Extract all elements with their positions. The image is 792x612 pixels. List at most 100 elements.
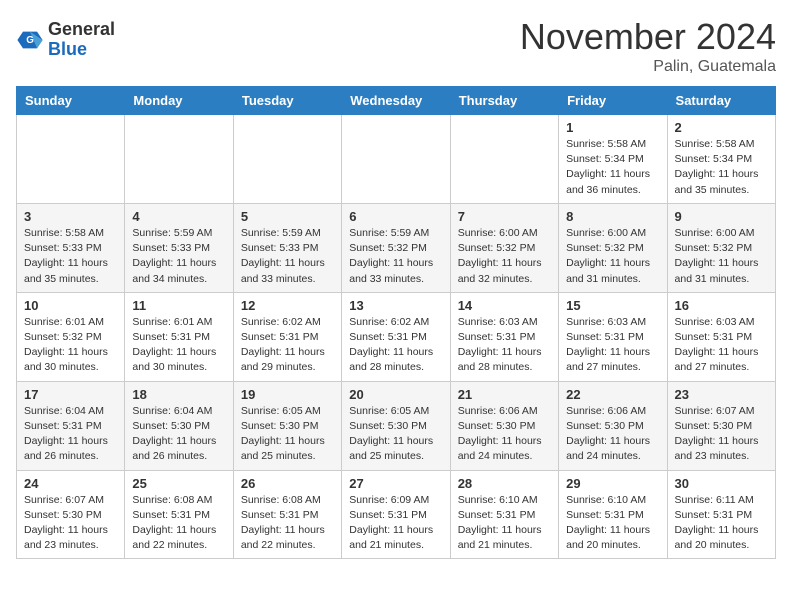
calendar-day-cell — [342, 115, 450, 204]
day-number: 2 — [675, 120, 768, 135]
logo-icon: G — [16, 26, 44, 54]
day-info: Sunrise: 5:58 AM Sunset: 5:34 PM Dayligh… — [566, 137, 659, 198]
day-info: Sunrise: 6:07 AM Sunset: 5:30 PM Dayligh… — [24, 493, 117, 554]
day-number: 24 — [24, 476, 117, 491]
calendar-day-cell: 18Sunrise: 6:04 AM Sunset: 5:30 PM Dayli… — [125, 381, 233, 470]
day-number: 21 — [458, 387, 551, 402]
calendar-day-cell — [17, 115, 125, 204]
day-number: 26 — [241, 476, 334, 491]
calendar-weekday-header: Tuesday — [233, 87, 341, 115]
calendar-day-cell — [233, 115, 341, 204]
day-number: 14 — [458, 298, 551, 313]
day-number: 17 — [24, 387, 117, 402]
day-info: Sunrise: 6:04 AM Sunset: 5:31 PM Dayligh… — [24, 404, 117, 465]
calendar-weekday-header: Monday — [125, 87, 233, 115]
calendar-day-cell — [450, 115, 558, 204]
logo-blue-text: Blue — [48, 40, 115, 60]
page-container: G General Blue November 2024 Palin, Guat… — [0, 0, 792, 567]
day-number: 5 — [241, 209, 334, 224]
day-number: 7 — [458, 209, 551, 224]
day-info: Sunrise: 6:07 AM Sunset: 5:30 PM Dayligh… — [675, 404, 768, 465]
calendar-day-cell: 23 Sunrise: 6:07 AM Sunset: 5:30 PM Dayli… — [667, 381, 775, 470]
day-number: 3 — [24, 209, 117, 224]
day-number: 4 — [132, 209, 225, 224]
calendar-weekday-header: Saturday — [667, 87, 775, 115]
calendar-day-cell: 4 Sunrise: 5:59 AM Sunset: 5:33 PM Daylig… — [125, 203, 233, 292]
day-info: Sunrise: 6:02 AM Sunset: 5:31 PM Dayligh… — [241, 315, 334, 376]
day-info: Sunrise: 6:06 AM Sunset: 5:30 PM Dayligh… — [458, 404, 551, 465]
calendar-day-cell: 9Sunrise: 6:00 AM Sunset: 5:32 PM Daylig… — [667, 203, 775, 292]
calendar-weekday-header: Friday — [559, 87, 667, 115]
day-info: Sunrise: 6:05 AM Sunset: 5:30 PM Dayligh… — [349, 404, 442, 465]
day-info: Sunrise: 6:00 AM Sunset: 5:32 PM Dayligh… — [458, 226, 551, 287]
day-info: Sunrise: 5:59 AM Sunset: 5:33 PM Dayligh… — [132, 226, 225, 287]
day-number: 6 — [349, 209, 442, 224]
svg-text:G: G — [26, 35, 34, 46]
day-info: Sunrise: 6:03 AM Sunset: 5:31 PM Dayligh… — [566, 315, 659, 376]
calendar-day-cell: 2 Sunrise: 5:58 AM Sunset: 5:34 PM Daylig… — [667, 115, 775, 204]
day-info: Sunrise: 6:03 AM Sunset: 5:31 PM Dayligh… — [458, 315, 551, 376]
day-number: 15 — [566, 298, 659, 313]
day-number: 27 — [349, 476, 442, 491]
day-info: Sunrise: 6:05 AM Sunset: 5:30 PM Dayligh… — [241, 404, 334, 465]
calendar-day-cell: 10 Sunrise: 6:01 AM Sunset: 5:32 PM Dayli… — [17, 292, 125, 381]
day-info: Sunrise: 6:09 AM Sunset: 5:31 PM Dayligh… — [349, 493, 442, 554]
day-number: 19 — [241, 387, 334, 402]
calendar-day-cell: 3 Sunrise: 5:58 AM Sunset: 5:33 PM Daylig… — [17, 203, 125, 292]
day-number: 23 — [675, 387, 768, 402]
month-title: November 2024 — [520, 16, 776, 58]
logo-text: General Blue — [48, 20, 115, 60]
day-info: Sunrise: 6:01 AM Sunset: 5:31 PM Dayligh… — [132, 315, 225, 376]
day-info: Sunrise: 6:11 AM Sunset: 5:31 PM Dayligh… — [675, 493, 768, 554]
calendar-day-cell: 6 Sunrise: 5:59 AM Sunset: 5:32 PM Daylig… — [342, 203, 450, 292]
calendar-day-cell: 13 Sunrise: 6:02 AM Sunset: 5:31 PM Dayli… — [342, 292, 450, 381]
title-section: November 2024 Palin, Guatemala — [520, 16, 776, 76]
day-info: Sunrise: 6:06 AM Sunset: 5:30 PM Dayligh… — [566, 404, 659, 465]
day-info: Sunrise: 5:58 AM Sunset: 5:33 PM Dayligh… — [24, 226, 117, 287]
calendar-day-cell: 8 Sunrise: 6:00 AM Sunset: 5:32 PM Daylig… — [559, 203, 667, 292]
day-number: 20 — [349, 387, 442, 402]
calendar-day-cell: 22Sunrise: 6:06 AM Sunset: 5:30 PM Dayli… — [559, 381, 667, 470]
calendar-day-cell: 1 Sunrise: 5:58 AM Sunset: 5:34 PM Daylig… — [559, 115, 667, 204]
calendar-day-cell: 25Sunrise: 6:08 AM Sunset: 5:31 PM Dayli… — [125, 470, 233, 559]
calendar-day-cell: 20 Sunrise: 6:05 AM Sunset: 5:30 PM Dayli… — [342, 381, 450, 470]
day-info: Sunrise: 6:00 AM Sunset: 5:32 PM Dayligh… — [566, 226, 659, 287]
calendar-day-cell: 7 Sunrise: 6:00 AM Sunset: 5:32 PM Daylig… — [450, 203, 558, 292]
header: G General Blue November 2024 Palin, Guat… — [16, 16, 776, 76]
day-info: Sunrise: 6:10 AM Sunset: 5:31 PM Dayligh… — [458, 493, 551, 554]
day-number: 8 — [566, 209, 659, 224]
calendar-day-cell: 15 Sunrise: 6:03 AM Sunset: 5:31 PM Dayli… — [559, 292, 667, 381]
day-info: Sunrise: 6:08 AM Sunset: 5:31 PM Dayligh… — [241, 493, 334, 554]
calendar-week-row: 3 Sunrise: 5:58 AM Sunset: 5:33 PM Daylig… — [17, 203, 776, 292]
calendar-day-cell: 14 Sunrise: 6:03 AM Sunset: 5:31 PM Dayli… — [450, 292, 558, 381]
day-info: Sunrise: 6:03 AM Sunset: 5:31 PM Dayligh… — [675, 315, 768, 376]
calendar-week-row: 1 Sunrise: 5:58 AM Sunset: 5:34 PM Daylig… — [17, 115, 776, 204]
calendar-day-cell — [125, 115, 233, 204]
calendar-weekday-header: Sunday — [17, 87, 125, 115]
calendar-table: SundayMondayTuesdayWednesdayThursdayFrid… — [16, 86, 776, 559]
day-info: Sunrise: 5:58 AM Sunset: 5:34 PM Dayligh… — [675, 137, 768, 198]
day-info: Sunrise: 5:59 AM Sunset: 5:33 PM Dayligh… — [241, 226, 334, 287]
calendar-day-cell: 12Sunrise: 6:02 AM Sunset: 5:31 PM Dayli… — [233, 292, 341, 381]
calendar-day-cell: 21 Sunrise: 6:06 AM Sunset: 5:30 PM Dayli… — [450, 381, 558, 470]
day-info: Sunrise: 6:08 AM Sunset: 5:31 PM Dayligh… — [132, 493, 225, 554]
calendar-day-cell: 24 Sunrise: 6:07 AM Sunset: 5:30 PM Dayli… — [17, 470, 125, 559]
day-number: 18 — [132, 387, 225, 402]
day-number: 11 — [132, 298, 225, 313]
calendar-week-row: 17 Sunrise: 6:04 AM Sunset: 5:31 PM Dayli… — [17, 381, 776, 470]
calendar-day-cell: 5 Sunrise: 5:59 AM Sunset: 5:33 PM Daylig… — [233, 203, 341, 292]
day-number: 30 — [675, 476, 768, 491]
calendar-header-row: SundayMondayTuesdayWednesdayThursdayFrid… — [17, 87, 776, 115]
calendar-day-cell: 28 Sunrise: 6:10 AM Sunset: 5:31 PM Dayli… — [450, 470, 558, 559]
day-number: 1 — [566, 120, 659, 135]
day-number: 10 — [24, 298, 117, 313]
day-number: 16 — [675, 298, 768, 313]
calendar-day-cell: 17 Sunrise: 6:04 AM Sunset: 5:31 PM Dayli… — [17, 381, 125, 470]
day-info: Sunrise: 6:10 AM Sunset: 5:31 PM Dayligh… — [566, 493, 659, 554]
day-info: Sunrise: 6:01 AM Sunset: 5:32 PM Dayligh… — [24, 315, 117, 376]
day-info: Sunrise: 6:02 AM Sunset: 5:31 PM Dayligh… — [349, 315, 442, 376]
calendar-day-cell: 26 Sunrise: 6:08 AM Sunset: 5:31 PM Dayli… — [233, 470, 341, 559]
day-number: 13 — [349, 298, 442, 313]
day-info: Sunrise: 5:59 AM Sunset: 5:32 PM Dayligh… — [349, 226, 442, 287]
day-number: 28 — [458, 476, 551, 491]
